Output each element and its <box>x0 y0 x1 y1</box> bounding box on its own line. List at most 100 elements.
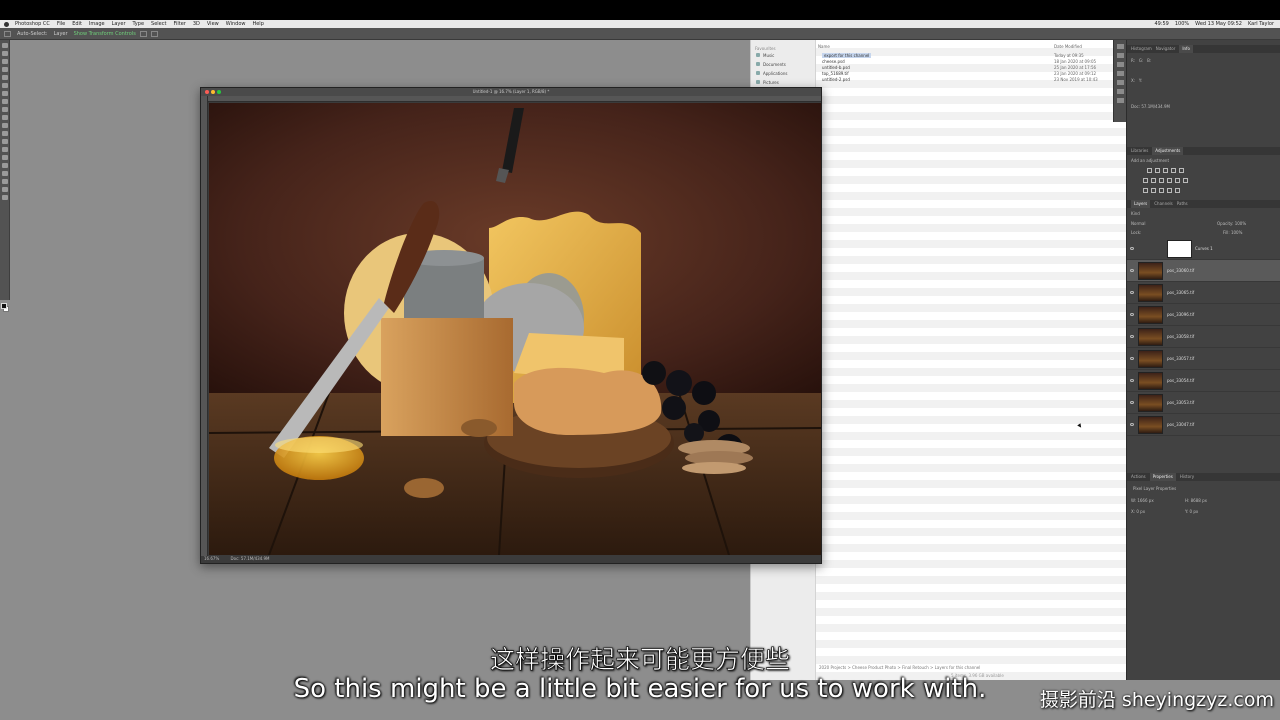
character-panel-icon[interactable] <box>1117 71 1124 76</box>
menu-window[interactable]: Window <box>226 20 246 28</box>
brush-panel-icon[interactable] <box>1117 62 1124 67</box>
layer-row[interactable]: pos_33058.tif <box>1127 326 1280 348</box>
paragraph-panel-icon[interactable] <box>1117 80 1124 85</box>
document-title[interactable]: Untitled-1 @ 16.7% (Layer 1, RGB/8) * <box>201 88 821 96</box>
exposure-icon[interactable] <box>1171 168 1176 173</box>
layer-thumbnail[interactable] <box>1138 416 1163 434</box>
gradient-icon[interactable] <box>2 131 8 136</box>
invert-icon[interactable] <box>1143 188 1148 193</box>
tab-properties[interactable]: Properties <box>1149 473 1176 481</box>
curves-icon[interactable] <box>1163 168 1168 173</box>
visibility-eye-icon[interactable] <box>1130 247 1134 250</box>
tab-layers[interactable]: Layers <box>1131 200 1151 208</box>
color-balance-icon[interactable] <box>1151 178 1156 183</box>
history-brush-icon[interactable] <box>2 115 8 120</box>
tab-paths[interactable]: Paths <box>1177 200 1188 208</box>
eyedropper-icon[interactable] <box>2 83 8 88</box>
file-row[interactable]: untitled-2.psd <box>822 77 850 82</box>
visibility-eye-icon[interactable] <box>1130 357 1134 360</box>
layer-name[interactable]: pos_33060.tif <box>1167 268 1194 273</box>
vertical-ruler[interactable] <box>201 96 208 556</box>
gradient-map-icon[interactable] <box>1167 188 1172 193</box>
layer-name[interactable]: pos_33096.tif <box>1167 312 1194 317</box>
menu-select[interactable]: Select <box>151 20 166 28</box>
align-icon[interactable] <box>139 30 147 37</box>
tab-histogram[interactable]: Histogram <box>1131 45 1152 53</box>
layer-row[interactable]: pos_33054.tif <box>1127 370 1280 392</box>
layer-name[interactable]: pos_33057.tif <box>1167 356 1194 361</box>
healing-icon[interactable] <box>2 91 8 96</box>
file-row[interactable]: top_51689.tif <box>822 71 849 76</box>
height-field[interactable]: H: 8688 px <box>1185 498 1207 503</box>
tab-actions[interactable]: Actions <box>1131 473 1146 481</box>
file-row[interactable]: export for this channel <box>822 53 872 58</box>
path-select-icon[interactable] <box>2 171 8 176</box>
shape-icon[interactable] <box>2 179 8 184</box>
column-date-header[interactable]: Date Modified <box>1054 44 1082 49</box>
tab-libraries[interactable]: Libraries <box>1131 147 1148 155</box>
threshold-icon[interactable] <box>1159 188 1164 193</box>
styles-panel-icon[interactable] <box>1117 98 1124 103</box>
layer-thumbnail[interactable] <box>1138 306 1163 324</box>
visibility-eye-icon[interactable] <box>1130 423 1134 426</box>
status-clock[interactable]: Wed 13 May 09:52 <box>1195 20 1242 28</box>
layer-name[interactable]: pos_33054.tif <box>1167 378 1194 383</box>
column-name-header[interactable]: Name <box>818 44 830 49</box>
visibility-eye-icon[interactable] <box>1130 335 1134 338</box>
visibility-eye-icon[interactable] <box>1130 313 1134 316</box>
fill-field[interactable]: Fill: 100% <box>1223 230 1242 235</box>
file-row[interactable]: untitled-b.psd <box>822 65 850 70</box>
brightness-icon[interactable] <box>1147 168 1152 173</box>
pen-icon[interactable] <box>2 155 8 160</box>
channel-mixer-icon[interactable] <box>1175 178 1180 183</box>
marquee-icon[interactable] <box>2 51 8 56</box>
zoom-level[interactable]: 16.67% <box>204 556 219 561</box>
minimize-button[interactable] <box>211 90 215 94</box>
layer-thumbnail[interactable] <box>1138 284 1163 302</box>
dodge-icon[interactable] <box>2 147 8 152</box>
properties-panel-icon[interactable] <box>1117 53 1124 58</box>
layer-name[interactable]: pos_33058.tif <box>1167 334 1194 339</box>
layer-mask-thumbnail[interactable] <box>1167 240 1192 258</box>
tab-navigator[interactable]: Navigator <box>1156 45 1176 53</box>
zoom-button[interactable] <box>217 90 221 94</box>
visibility-eye-icon[interactable] <box>1130 269 1134 272</box>
levels-icon[interactable] <box>1155 168 1160 173</box>
sidebar-item-documents[interactable]: Documents <box>756 62 815 67</box>
show-transform-controls[interactable]: Show Transform Controls <box>74 28 136 40</box>
layer-thumbnail[interactable] <box>1138 262 1163 280</box>
auto-select-label[interactable]: Auto-Select: <box>17 28 48 40</box>
layer-thumbnail[interactable] <box>1138 372 1163 390</box>
hand-icon[interactable] <box>2 187 8 192</box>
tab-info[interactable]: Info <box>1179 45 1193 53</box>
layer-thumbnail[interactable] <box>1138 394 1163 412</box>
doc-size[interactable]: Doc: 57.1M/434.9M <box>231 556 270 561</box>
type-icon[interactable] <box>2 163 8 168</box>
hue-saturation-icon[interactable] <box>1143 178 1148 183</box>
width-field[interactable]: W: 1666 px <box>1131 498 1154 503</box>
layer-row[interactable]: pos_33047.tif <box>1127 414 1280 436</box>
layer-name[interactable]: Curves 1 <box>1195 246 1213 251</box>
tab-channels[interactable]: Channels <box>1154 200 1173 208</box>
status-battery[interactable]: 100% <box>1175 20 1189 28</box>
visibility-eye-icon[interactable] <box>1130 401 1134 404</box>
layer-thumbnail[interactable] <box>1138 350 1163 368</box>
layer-filter-kind[interactable]: Kind <box>1131 211 1140 216</box>
crop-icon[interactable] <box>2 75 8 80</box>
visibility-eye-icon[interactable] <box>1130 291 1134 294</box>
brush-icon[interactable] <box>2 99 8 104</box>
history-panel-icon[interactable] <box>1117 44 1124 49</box>
posterize-icon[interactable] <box>1151 188 1156 193</box>
apple-icon[interactable] <box>4 21 9 27</box>
move-icon[interactable] <box>2 43 8 48</box>
layer-row[interactable]: pos_33065.tif <box>1127 282 1280 304</box>
eraser-icon[interactable] <box>2 123 8 128</box>
image-canvas[interactable] <box>209 103 821 555</box>
layer-name[interactable]: pos_33053.tif <box>1167 400 1194 405</box>
layer-row[interactable]: pos_33060.tif <box>1127 260 1280 282</box>
photo-filter-icon[interactable] <box>1167 178 1172 183</box>
tab-adjustments[interactable]: Adjustments <box>1152 147 1184 155</box>
layer-row[interactable]: pos_33053.tif <box>1127 392 1280 414</box>
opacity-field[interactable]: Opacity: 100% <box>1217 221 1246 226</box>
selective-color-icon[interactable] <box>1175 188 1180 193</box>
